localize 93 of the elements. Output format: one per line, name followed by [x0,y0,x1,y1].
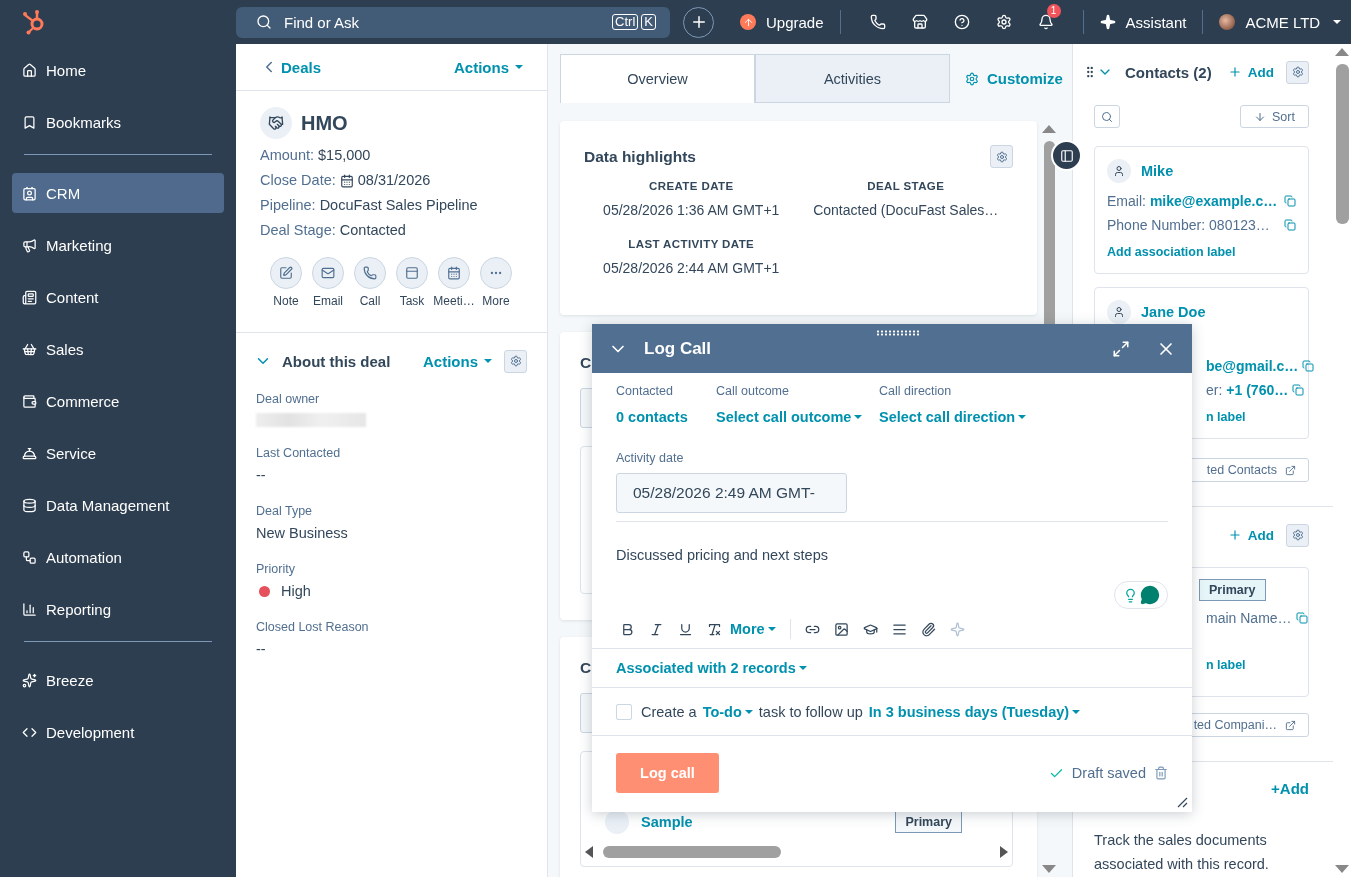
nav-item[interactable]: Home [12,50,224,90]
shortcut-key: K [641,14,656,30]
button-label: ted Contacts [1206,463,1277,477]
add-link[interactable]: Add [1227,527,1274,543]
field-value: High [281,582,311,601]
nav-item[interactable]: CRM [12,173,224,213]
account-menu[interactable]: ACME LTD [1219,13,1342,31]
sort-button[interactable]: Sort [1240,105,1309,128]
company-field-value: main Name… [1206,609,1292,628]
field-value: -- [256,466,266,485]
note-text: Discussed pricing and next steps [616,547,829,563]
nav-item[interactable]: Commerce [12,381,224,421]
tab[interactable]: Overview [560,54,755,103]
property-value: DocuFast Sales Pipeline [319,196,478,215]
dropdown-link[interactable]: Select call outcome [716,409,863,425]
field-label: Call outcome [716,383,790,399]
tab[interactable]: Activities [755,54,950,103]
highlight-value: 05/28/2026 2:44 AM GMT+1 [602,260,781,276]
field-label: Priority [256,561,296,577]
field-label: Call direction [879,383,953,399]
section-description: Track the sales documents associated with this record. [1094,831,1270,874]
nav-item[interactable]: Sales [12,329,224,369]
field-value: New Business [256,524,348,543]
nav-item[interactable]: Development [12,712,224,752]
highlight-value: Contacted (DocuFast Sales… [812,202,1000,218]
actions-menu[interactable]: Actions [423,352,492,370]
nav-item[interactable]: Content [12,277,224,317]
followup-text: task to follow up [758,703,863,720]
contact-field-value[interactable]: +1 (760… [1226,378,1289,402]
shortcut-key: Ctrl [612,14,639,30]
upgrade-button[interactable]: Upgrade [740,13,824,31]
card-title: C [580,354,592,372]
add-link[interactable]: +Add [1271,779,1309,797]
notification-badge: 1 [1046,4,1061,18]
dropdown-link[interactable]: 0 contacts [616,409,688,425]
date-field[interactable]: 05/28/2026 2:49 AM GMT- [616,473,847,513]
nav-item[interactable]: Reporting [12,589,224,629]
field-label: Deal owner [256,391,321,407]
task-type-dropdown[interactable]: To-do [702,703,753,720]
due-date-dropdown[interactable]: In 3 business days (Tuesday) [868,703,1081,720]
contact-name[interactable]: Mike [1141,163,1296,179]
search-field[interactable]: Find or Ask Ctrl K [236,6,670,38]
field-label: Activity date [616,450,685,466]
contact-field-value: 080123… [1209,216,1270,235]
property-value: $15,000 [318,146,371,165]
draft-status: Draft saved [1071,765,1146,781]
nav-item[interactable]: Service [12,433,224,473]
nav-item[interactable]: Automation [12,537,224,577]
card-title: C [580,659,592,677]
button-label: ted Compani… [1193,718,1277,732]
back-link[interactable]: Deals [260,58,322,76]
assistant-button[interactable]: Assistant [1099,13,1187,31]
highlight-label: LAST ACTIVITY DATE [627,238,756,250]
nav-item[interactable]: Data Management [12,485,224,525]
nav-item[interactable]: Marketing [12,225,224,265]
customize-link[interactable]: Customize [965,70,1063,87]
section-title: About this deal [282,352,392,370]
property-label: Pipeline: [260,196,316,215]
association-link[interactable]: Add association label [1107,245,1296,259]
highlight-label: DEAL STAGE [866,180,946,192]
field-value: -- [256,640,266,659]
property-label: Amount: [260,146,314,165]
field-label: Deal Type [256,503,314,519]
property-value: Contacted [339,221,406,240]
contact-name[interactable]: Jane Doe [1141,304,1296,320]
more-menu[interactable]: More [730,621,776,637]
record-title: HMO [301,111,348,135]
actions-menu[interactable]: Actions [454,58,523,76]
contact-field-label: Phone Number: [1107,216,1206,235]
section-title: Contacts (2) [1125,63,1213,81]
contact-field-value[interactable]: mike@example.c… [1149,189,1278,213]
card-title: Data highlights [584,147,696,166]
tag: Primary [895,811,962,833]
field-label: Closed Lost Reason [256,619,370,635]
tag: Primary [1199,579,1266,601]
field-label: Contacted [616,383,674,399]
nav-item[interactable]: Breeze [12,660,224,700]
dropdown-link[interactable]: Select call direction [879,409,1027,425]
followup-text: Create a [641,703,697,720]
contact-field-label: Email: [1107,192,1146,211]
property-value: 08/31/2026 [357,171,431,190]
field-label: Last Contacted [256,445,342,461]
contact-field-label: er: [1206,381,1223,400]
dialog-title: Log Call [644,338,713,359]
associations-dropdown[interactable]: Associated with 2 records [616,660,807,676]
property-label: Close Date: [260,171,336,190]
contact-field-value[interactable]: be@gmail.c… [1206,354,1299,378]
record-link[interactable]: Sample [641,814,884,830]
add-link[interactable]: Add [1227,64,1274,80]
highlight-label: CREATE DATE [648,180,735,192]
highlight-value: 05/28/2026 1:36 AM GMT+1 [602,202,781,218]
property-label: Deal Stage: [260,221,336,240]
nav-item[interactable]: Bookmarks [12,102,224,142]
